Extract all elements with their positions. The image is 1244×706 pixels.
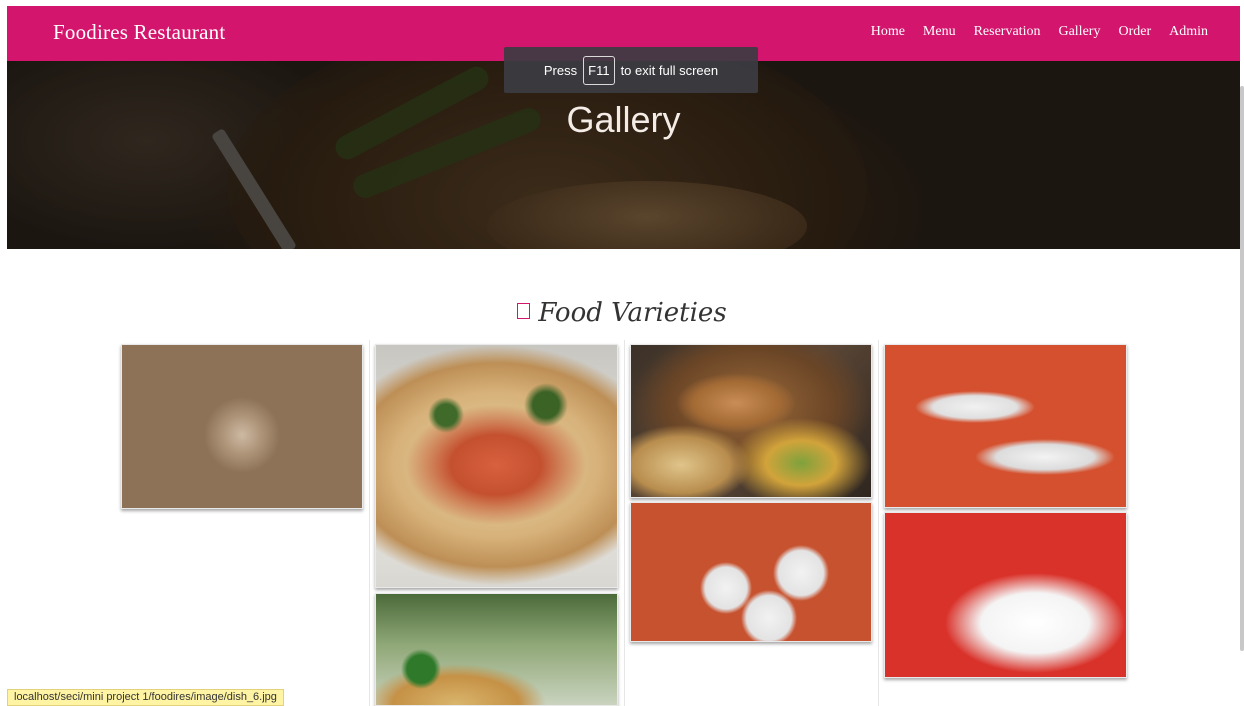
dumpling-salad-image [885,513,1126,677]
fullscreen-notice-prefix: Press [543,62,578,78]
table-dishes-image [631,503,871,641]
gallery-image-table-dishes[interactable] [630,502,872,642]
nav-admin[interactable]: Admin [1169,24,1208,40]
gallery-image-green-salad[interactable] [375,593,618,706]
fullscreen-notice: Press F11 to exit full screen [504,47,758,93]
page-scrollbar[interactable] [1240,86,1244,651]
fullscreen-notice-suffix: to exit full screen [620,62,719,78]
column-divider [369,340,370,706]
page-title: Gallery [566,99,681,140]
section-title-text: Food Varieties [538,298,727,328]
nav-order[interactable]: Order [1118,24,1151,40]
nav-home[interactable]: Home [871,24,905,40]
nav-reservation[interactable]: Reservation [974,24,1041,40]
column-divider [624,340,625,706]
grilled-platter-image [631,345,871,497]
nav-links: Home Menu Reservation Gallery Order Admi… [871,24,1208,40]
section-title: Food Varieties [0,298,1244,328]
gallery-image-thai-platter[interactable] [121,344,363,509]
gallery-image-pizza[interactable] [375,344,618,588]
brand-logo-text[interactable]: Foodires Restaurant [53,20,225,45]
browser-status-url: localhost/seci/mini project 1/foodires/i… [7,689,284,706]
gallery-image-dumpling-salad[interactable] [884,512,1127,678]
waiter-serving-image [885,345,1126,507]
f11-key: F11 [583,55,615,85]
gallery-image-waiter-serving[interactable] [884,344,1127,508]
salad-image [376,594,617,705]
nav-gallery[interactable]: Gallery [1058,24,1100,40]
thai-platter-image [122,345,362,508]
pizza-image [376,345,617,587]
missing-glyph-icon [517,303,531,319]
nav-menu[interactable]: Menu [923,24,956,40]
gallery-image-grilled-platter[interactable] [630,344,872,498]
column-divider [878,340,879,706]
